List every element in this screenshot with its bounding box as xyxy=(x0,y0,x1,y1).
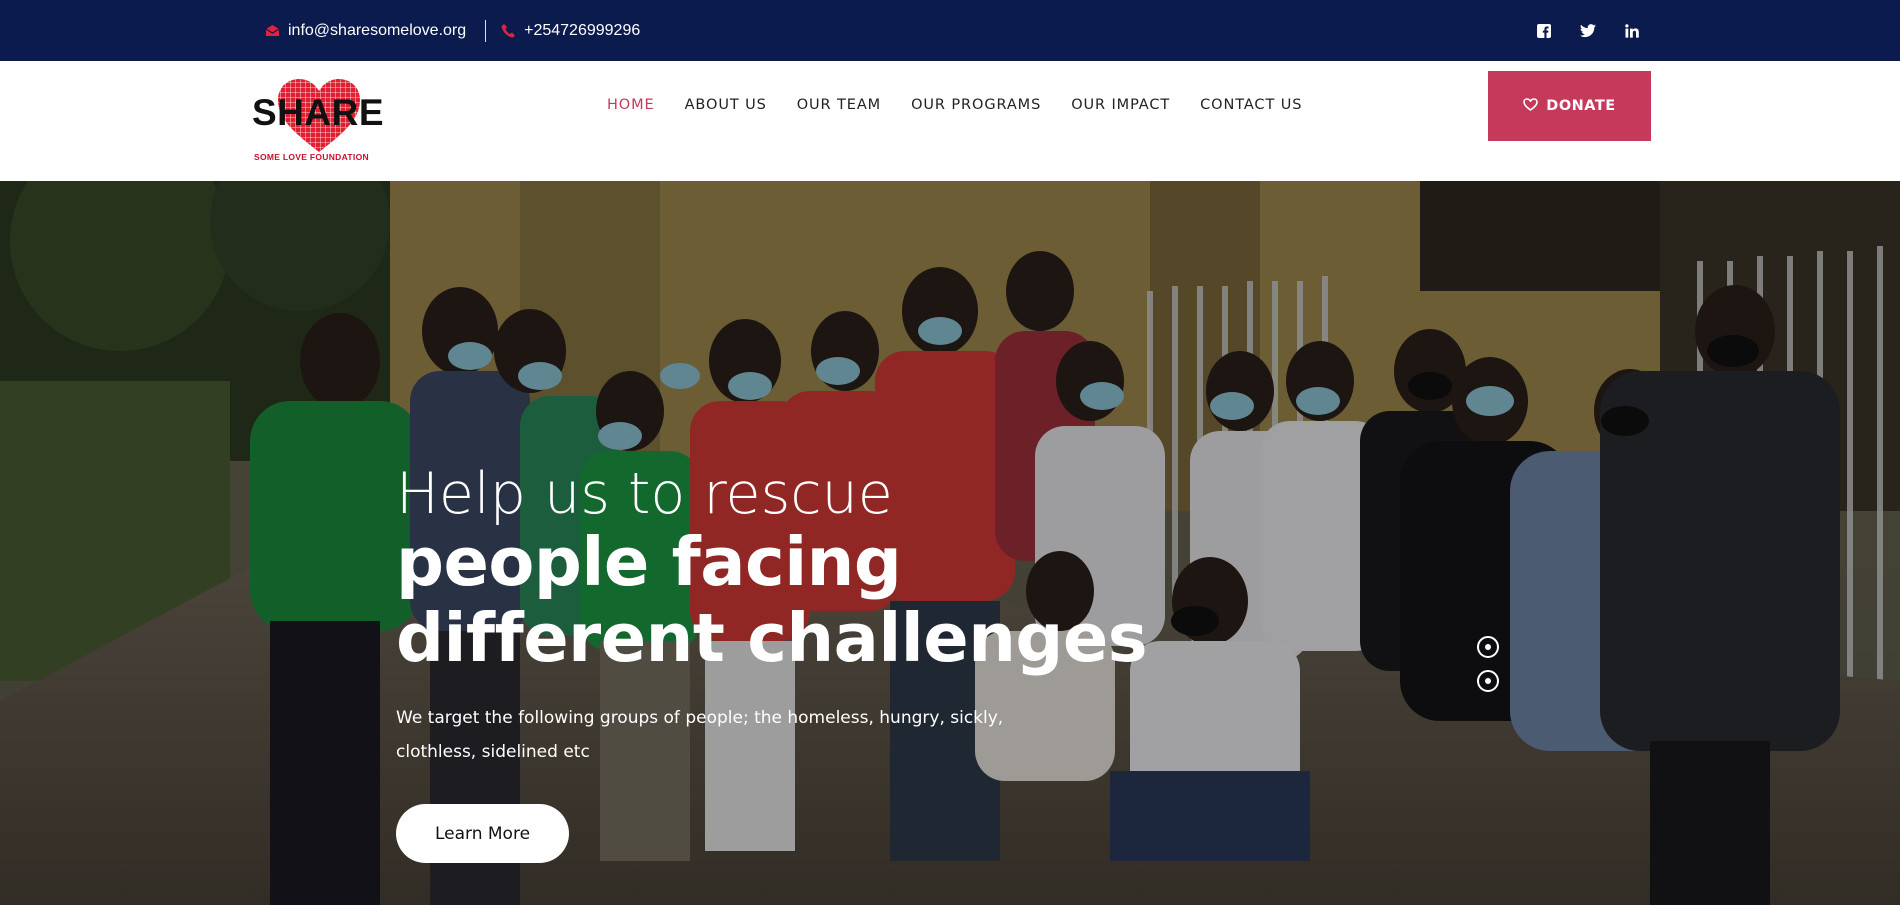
social-links xyxy=(1536,0,1640,61)
email-link[interactable]: info@sharesomelove.org xyxy=(264,22,466,40)
email-text: info@sharesomelove.org xyxy=(288,21,467,39)
divider xyxy=(485,19,487,42)
nav-item-contact-us[interactable]: CONTACT US xyxy=(1200,97,1302,113)
twitter-icon[interactable] xyxy=(1580,23,1596,39)
slide-dot-2[interactable] xyxy=(1477,670,1499,692)
nav-item-our-team[interactable]: OUR TEAM xyxy=(797,97,881,113)
hero-text: Help us to rescue people facing differen… xyxy=(396,461,1148,769)
hero-title-light: Help us to rescue xyxy=(396,461,893,527)
linkedin-icon[interactable] xyxy=(1624,23,1640,39)
heart-outline-icon xyxy=(1523,97,1539,115)
hero-title-bold-2: different challenges xyxy=(396,599,1148,677)
slider-pagination xyxy=(1477,636,1499,704)
nav-item-our-impact[interactable]: OUR IMPACT xyxy=(1071,97,1170,113)
phone-link[interactable]: +254726999296 xyxy=(500,22,640,40)
learn-more-button[interactable]: Learn More xyxy=(396,804,569,863)
contact-info: info@sharesomelove.org +254726999296 xyxy=(264,0,640,61)
hero-description: We target the following groups of people… xyxy=(396,708,1004,762)
envelope-icon xyxy=(264,23,280,39)
facebook-icon[interactable] xyxy=(1536,23,1552,39)
nav-item-our-programs[interactable]: OUR PROGRAMS xyxy=(911,97,1041,113)
phone-icon xyxy=(500,23,516,39)
donate-button[interactable]: DONATE xyxy=(1488,71,1651,141)
logo-tagline: SOME LOVE FOUNDATION xyxy=(254,152,369,162)
hero-slider: Help us to rescue people facing differen… xyxy=(0,181,1900,905)
top-contact-bar: info@sharesomelove.org +254726999296 xyxy=(0,0,1900,61)
phone-text: +254726999296 xyxy=(524,21,641,39)
logo-wordmark: SHARE xyxy=(252,92,385,133)
main-nav: HOME ABOUT US OUR TEAM OUR PROGRAMS OUR … xyxy=(607,61,1332,149)
main-header: SHARE SOME LOVE FOUNDATION HOME ABOUT US… xyxy=(0,61,1900,181)
site-logo[interactable]: SHARE SOME LOVE FOUNDATION xyxy=(252,78,385,164)
donate-label: DONATE xyxy=(1546,98,1616,114)
nav-item-about-us[interactable]: ABOUT US xyxy=(685,97,767,113)
slide-dot-1[interactable] xyxy=(1477,636,1499,658)
nav-item-home[interactable]: HOME xyxy=(607,97,655,113)
hero-title-bold-1: people facing xyxy=(396,523,902,601)
